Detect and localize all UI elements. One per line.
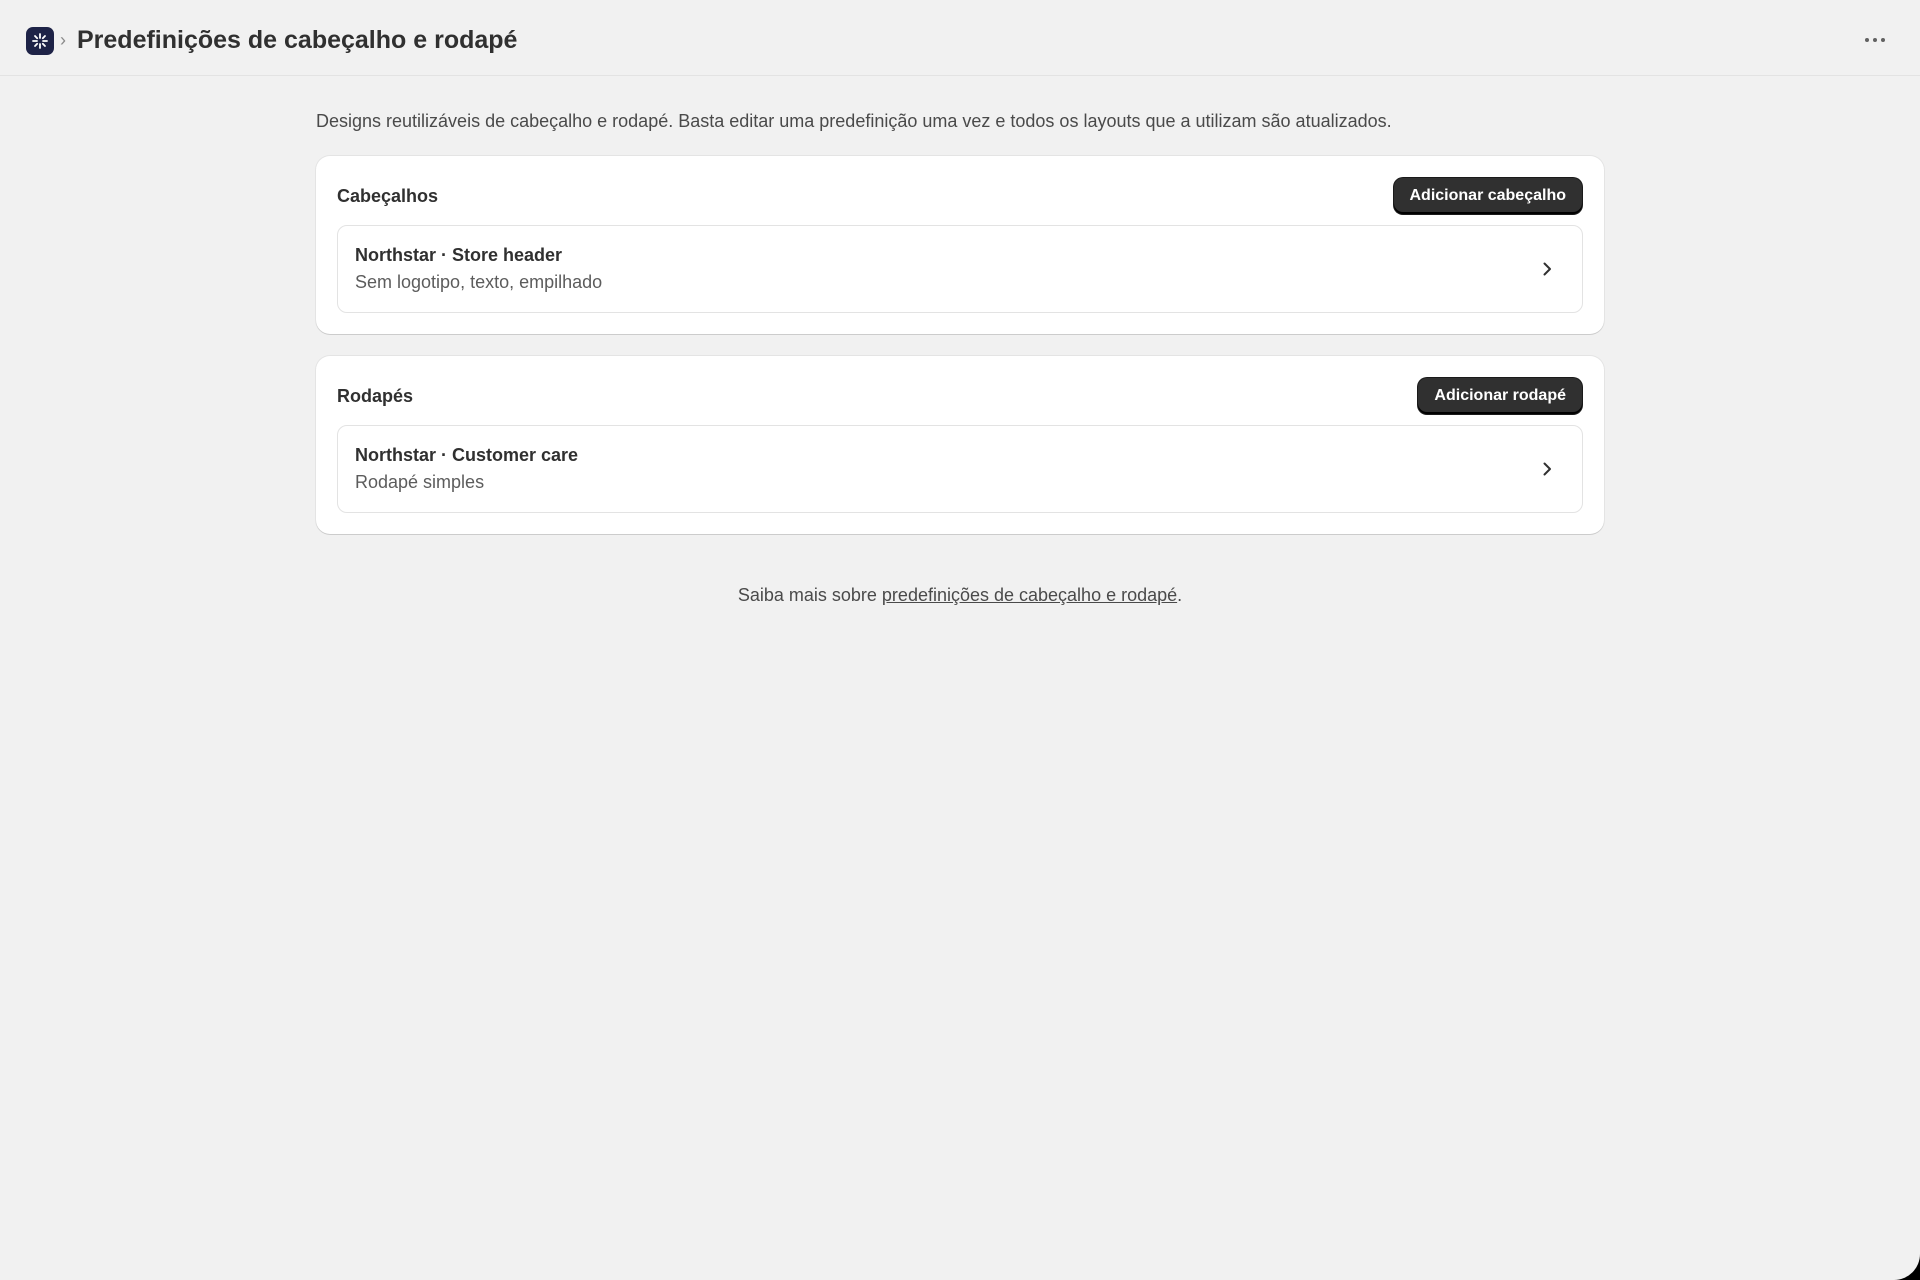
add-header-button[interactable]: Adicionar cabeçalho	[1393, 178, 1582, 214]
footer-preset-item[interactable]: Northstar · Customer care Rodapé simples	[337, 425, 1583, 513]
app-window: › Predefinições de cabeçalho e rodapé De…	[0, 0, 1920, 1280]
chevron-right-icon	[1543, 462, 1551, 476]
learn-more-suffix: .	[1177, 585, 1183, 605]
add-footer-button[interactable]: Adicionar rodapé	[1418, 378, 1582, 414]
sparkle-icon	[32, 33, 48, 49]
headers-section-title: Cabeçalhos	[337, 186, 439, 206]
learn-more-text: Saiba mais sobre predefinições de cabeça…	[0, 583, 1920, 607]
header-preset-item[interactable]: Northstar · Store header Sem logotipo, t…	[337, 225, 1583, 313]
breadcrumb-separator: ›	[60, 30, 66, 50]
top-bar: › Predefinições de cabeçalho e rodapé	[0, 0, 1920, 76]
header-preset-name: Northstar · Store header	[355, 245, 563, 265]
headers-card: Cabeçalhos Adicionar cabeçalho Northstar…	[316, 156, 1604, 334]
learn-more-link[interactable]: predefinições de cabeçalho e rodapé	[882, 585, 1177, 605]
app-logo-icon[interactable]	[26, 27, 54, 55]
more-horizontal-icon	[1865, 38, 1869, 42]
more-dot	[1873, 38, 1877, 42]
footer-preset-description: Rodapé simples	[355, 472, 485, 492]
chevron-right-icon	[1543, 262, 1551, 276]
page-description: Designs reutilizáveis de cabeçalho e rod…	[316, 111, 1392, 131]
footers-card: Rodapés Adicionar rodapé Northstar · Cus…	[316, 356, 1604, 534]
header-preset-description: Sem logotipo, texto, empilhado	[355, 272, 603, 292]
learn-more-prefix: Saiba mais sobre	[737, 585, 882, 605]
more-actions-button[interactable]	[1858, 24, 1892, 56]
footers-section-title: Rodapés	[337, 386, 414, 406]
page-title: Predefinições de cabeçalho e rodapé	[77, 26, 518, 54]
more-dot	[1881, 38, 1885, 42]
footer-preset-name: Northstar · Customer care	[355, 445, 579, 465]
